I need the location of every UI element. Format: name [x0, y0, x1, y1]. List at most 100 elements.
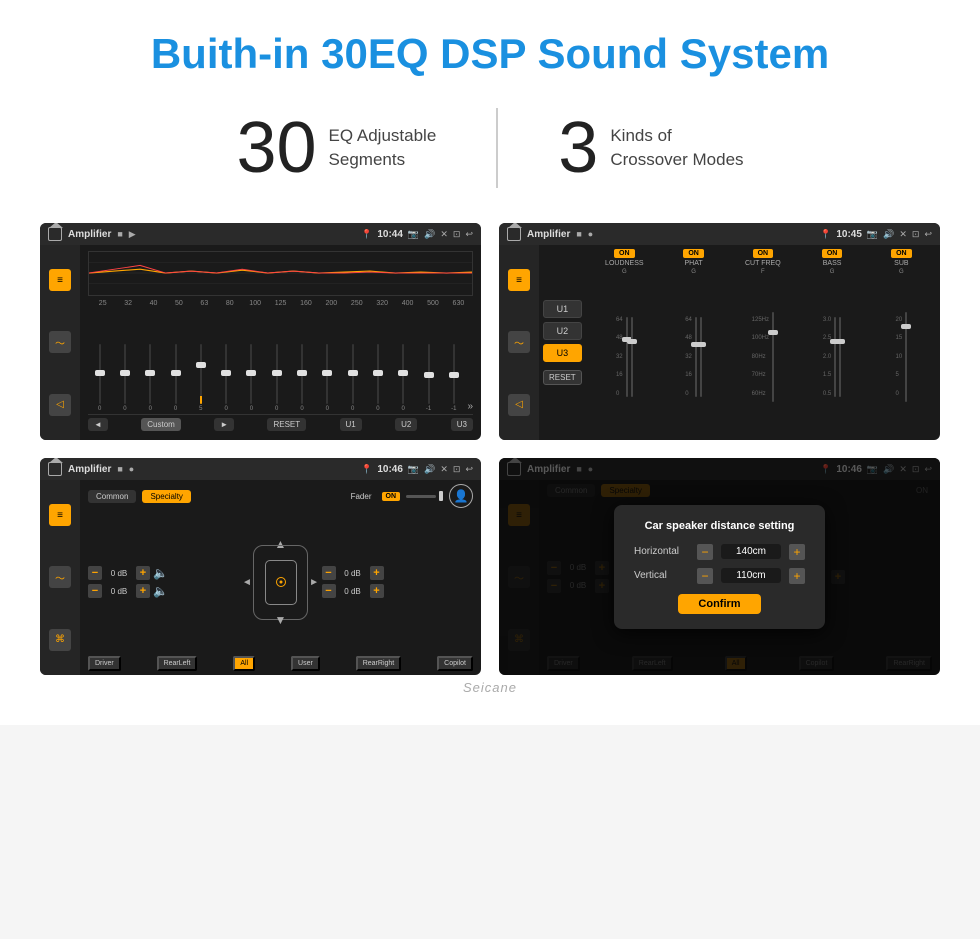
slider-14[interactable]: -1	[417, 344, 440, 412]
left-plus-2[interactable]: +	[136, 584, 150, 598]
confirm-button[interactable]: Confirm	[678, 594, 760, 614]
wave-icon-2[interactable]: 〜	[508, 331, 530, 353]
loudness-g: G	[622, 269, 627, 275]
speaker-top-row: Common Specialty Fader ON 👤	[88, 484, 473, 508]
car-body: ◄ ►	[253, 545, 308, 620]
u3-btn[interactable]: U3	[543, 344, 582, 362]
cutfreq-sliders: 125Hz 100Hz 80Hz 70Hz 60Hz	[752, 277, 774, 436]
phat-slider-2[interactable]	[700, 317, 702, 397]
spk-icon[interactable]: ◁	[49, 394, 71, 416]
reset-btn-crossover[interactable]: RESET	[543, 370, 582, 385]
back-icon-2[interactable]: ↩	[924, 229, 932, 240]
spk-icon-2[interactable]: ◁	[508, 394, 530, 416]
home-icon-1[interactable]	[48, 227, 62, 241]
person-icon: 👤	[449, 484, 473, 508]
all-btn[interactable]: All	[233, 656, 255, 671]
eq-reset-btn[interactable]: RESET	[267, 418, 306, 431]
bass-slider-2[interactable]	[839, 317, 841, 397]
eq-icon[interactable]: ≡	[49, 269, 71, 291]
fader-slider[interactable]	[406, 491, 443, 501]
vertical-value: 110cm	[721, 568, 781, 583]
status-title-2: Amplifier	[527, 229, 570, 240]
slider-11[interactable]: 0	[341, 344, 364, 412]
stat-crossover-text: Kinds of Crossover Modes	[610, 124, 743, 172]
u1-btn[interactable]: U1	[543, 300, 582, 318]
wave-icon[interactable]: 〜	[49, 331, 71, 353]
home-icon-3[interactable]	[48, 462, 62, 476]
home-icon-2[interactable]	[507, 227, 521, 241]
status-left-2: Amplifier ■ ●	[507, 227, 593, 241]
bass-on[interactable]: ON	[822, 249, 843, 258]
back-icon-3[interactable]: ↩	[465, 464, 473, 475]
slider-12[interactable]: 0	[366, 344, 389, 412]
eq-prev-btn[interactable]: ◄	[88, 418, 108, 431]
cutfreq-slider[interactable]	[772, 312, 774, 402]
slider-15[interactable]: -1	[442, 344, 465, 412]
slider-8[interactable]: 0	[265, 344, 288, 412]
sub-slider[interactable]	[905, 312, 907, 402]
right-plus-1[interactable]: +	[370, 566, 384, 580]
vertical-plus[interactable]: +	[789, 568, 805, 584]
phat-on[interactable]: ON	[683, 249, 704, 258]
bass-slider-1[interactable]	[834, 317, 836, 397]
slider-2[interactable]: 0	[113, 344, 136, 412]
slider-3[interactable]: 0	[139, 344, 162, 412]
right-minus-2[interactable]: −	[322, 584, 336, 598]
down-arrow[interactable]: ▼	[275, 613, 287, 627]
slider-6[interactable]: 0	[214, 344, 237, 412]
specialty-tab[interactable]: Specialty	[142, 490, 190, 503]
eq-u2-btn[interactable]: U2	[395, 418, 417, 431]
eq-next-btn[interactable]: ►	[214, 418, 234, 431]
rearright-btn[interactable]: RearRight	[356, 656, 402, 671]
bt-icon-3[interactable]: ⌘	[49, 629, 71, 651]
driver-btn[interactable]: Driver	[88, 656, 121, 671]
slider-5[interactable]: 5	[189, 344, 212, 412]
eq-icon-3[interactable]: ≡	[49, 504, 71, 526]
vertical-minus[interactable]: −	[697, 568, 713, 584]
eq-preset-label[interactable]: Custom	[141, 418, 181, 431]
expand-arrows[interactable]: »	[467, 401, 473, 412]
horizontal-minus[interactable]: −	[697, 544, 713, 560]
right-minus-1[interactable]: −	[322, 566, 336, 580]
copilot-btn[interactable]: Copilot	[437, 656, 473, 671]
loudness-on[interactable]: ON	[614, 249, 635, 258]
right-plus-2[interactable]: +	[370, 584, 384, 598]
rearleft-btn[interactable]: RearLeft	[157, 656, 198, 671]
phat-slider-1[interactable]	[695, 317, 697, 397]
wave-icon-3[interactable]: 〜	[49, 566, 71, 588]
slider-10[interactable]: 0	[316, 344, 339, 412]
eq-u3-btn[interactable]: U3	[451, 418, 473, 431]
spk-icon-left-1: 🔈	[153, 566, 168, 580]
slider-13[interactable]: 0	[392, 344, 415, 412]
loudness-slider-2[interactable]	[631, 317, 633, 397]
right-vol-row-1: − 0 dB +	[322, 566, 474, 580]
user-btn[interactable]: User	[291, 656, 320, 671]
left-arrow[interactable]: ◄	[242, 577, 252, 588]
slider-7[interactable]: 0	[240, 344, 263, 412]
dialog-title: Car speaker distance setting	[634, 520, 805, 532]
status-time-3: 10:46	[377, 464, 403, 475]
eq-icon-2[interactable]: ≡	[508, 269, 530, 291]
u2-btn[interactable]: U2	[543, 322, 582, 340]
back-icon-1[interactable]: ↩	[465, 229, 473, 240]
cutfreq-on[interactable]: ON	[753, 249, 774, 258]
eq-u1-btn[interactable]: U1	[340, 418, 362, 431]
left-plus-1[interactable]: +	[136, 566, 150, 580]
right-arrow[interactable]: ►	[309, 577, 319, 588]
slider-9[interactable]: 0	[290, 344, 313, 412]
loudness-slider-1[interactable]	[626, 317, 628, 397]
left-minus-1[interactable]: −	[88, 566, 102, 580]
slider-4[interactable]: 0	[164, 344, 187, 412]
slider-1[interactable]: 0	[88, 344, 111, 412]
fader-label: Fader	[351, 492, 372, 501]
common-tab[interactable]: Common	[88, 490, 136, 503]
horizontal-plus[interactable]: +	[789, 544, 805, 560]
status-title-3: Amplifier	[68, 464, 111, 475]
phat-label: PHAT	[684, 260, 702, 267]
sub-on[interactable]: ON	[891, 249, 912, 258]
crosshair[interactable]	[276, 577, 286, 587]
camera-icon-1: 📷	[408, 229, 419, 240]
left-minus-2[interactable]: −	[88, 584, 102, 598]
bass-freq-labels: 3.0 2.5 2.0 1.5 0.5	[823, 317, 831, 397]
left-panel-speaker: ≡ 〜 ⌘	[40, 480, 80, 675]
